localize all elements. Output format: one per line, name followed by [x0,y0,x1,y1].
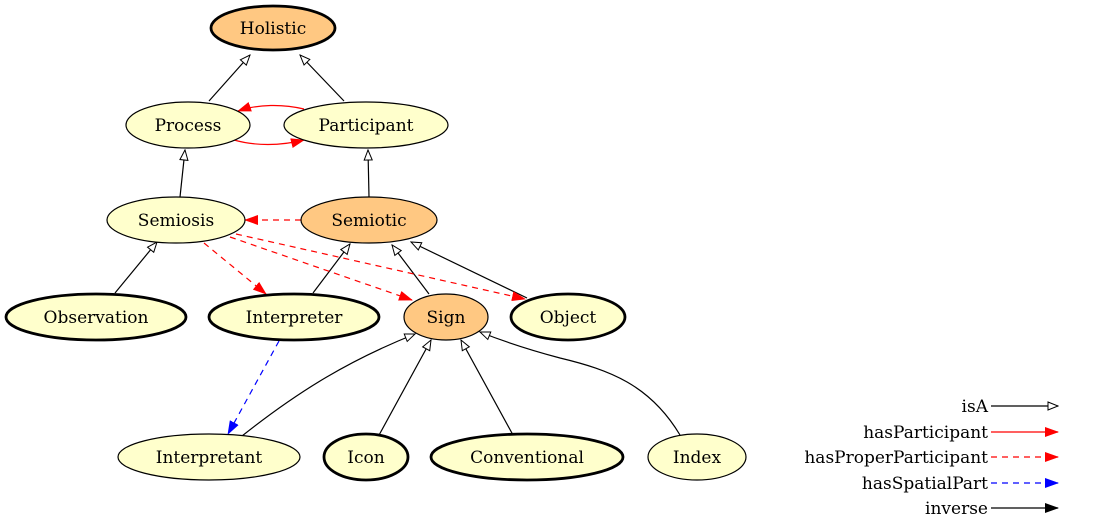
node-index-label: Index [673,448,722,468]
node-sign-label: Sign [427,308,466,328]
node-object[interactable]: Object [509,292,627,342]
edge-participant-isa-holistic [300,55,345,102]
node-holistic-label: Holistic [240,19,306,39]
node-semiotic-label: Semiotic [331,211,406,231]
node-icon[interactable]: Icon [322,432,410,482]
edge-icon-isa-sign [377,340,431,438]
edge-process-hasparticipant-participant [233,138,305,149]
edge-object-isa-semiotic [411,242,528,299]
legend-label-isa: isA [962,397,989,417]
legend-label-hasspatialpart: hasSpatialPart [862,474,988,494]
node-interpreter[interactable]: Interpreter [207,292,381,342]
node-participant-label: Participant [319,116,414,136]
edge-participant-inverse-process [237,101,305,112]
edge-interpreter-hasspatialpart-interpretant [227,340,280,435]
edge-index-isa-sign [480,331,681,436]
node-icon-label: Icon [347,448,384,468]
node-conventional-label: Conventional [470,448,584,468]
edge-semiotic-isa-participant [368,150,369,198]
node-participant[interactable]: Participant [283,101,449,149]
node-observation[interactable]: Observation [4,292,188,342]
edge-sign-isa-semiotic [392,245,430,295]
node-interpretant-label: Interpretant [156,448,263,468]
node-process[interactable]: Process [125,101,251,149]
ontology-diagram: Holistic Process Participant Semiosis Semiot… [4,4,1059,519]
edge-process-isa-holistic [208,55,250,102]
node-process-label: Process [155,116,222,136]
edge-interpretant-isa-sign [241,333,415,437]
node-interpretant[interactable]: Interpretant [117,433,301,481]
edge-conventional-isa-sign [461,340,514,436]
nodes-layer: Holistic Process Participant Semiosis Semiot… [4,4,747,482]
legend-label-inverse: inverse [925,499,988,519]
node-index[interactable]: Index [647,433,747,481]
edge-observation-isa-semiosis [114,242,157,294]
node-semiotic[interactable]: Semiotic [300,196,438,244]
edge-semiosis-isa-process [180,150,185,198]
legend-label-hasproperparticipant: hasProperParticipant [804,448,988,468]
edge-interpreter-isa-semiotic [312,244,350,294]
node-interpreter-label: Interpreter [246,308,344,328]
node-semiosis-label: Semiosis [138,211,214,231]
node-holistic[interactable]: Holistic [209,4,337,52]
edge-semiosis-hasproperparticipant-interpreter [203,242,267,295]
node-sign[interactable]: Sign [403,293,489,341]
node-observation-label: Observation [44,308,149,328]
legend: isA hasParticipant hasProperParticipant … [804,397,1059,519]
legend-label-hasparticipant: hasParticipant [863,423,988,443]
node-conventional[interactable]: Conventional [429,432,625,482]
node-object-label: Object [540,308,597,328]
node-semiosis[interactable]: Semiosis [106,196,246,244]
edge-semiosis-hasproperparticipant-sign [229,236,413,301]
